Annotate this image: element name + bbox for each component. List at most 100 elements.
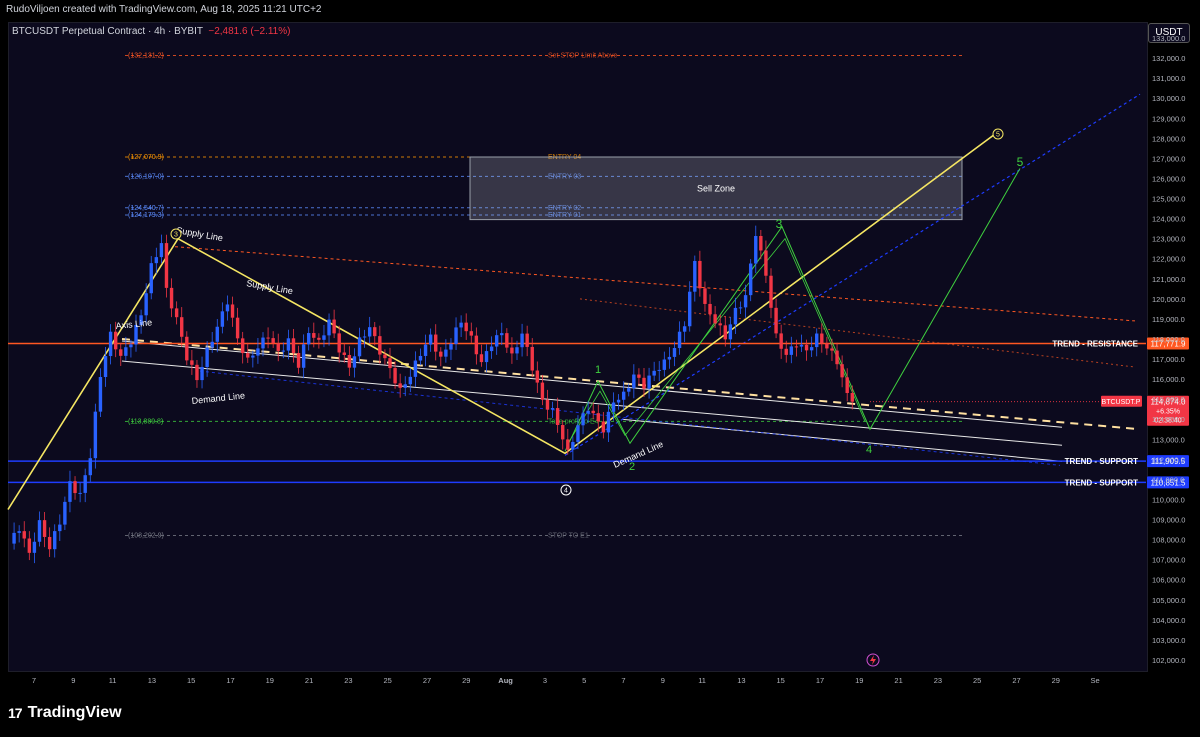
candle-body [235, 317, 240, 339]
circled-wave-number: 5 [996, 132, 1000, 139]
candle-body [124, 347, 128, 356]
candle-body [225, 304, 230, 312]
candle-body [113, 331, 118, 350]
candle-body [627, 388, 631, 392]
candle-body [479, 354, 484, 363]
level-price-label: (113,889.8) [128, 418, 163, 425]
candle-body [312, 333, 316, 338]
candle-body [83, 475, 87, 493]
symbol-header: BTCUSDT Perpetual Contract · 4h · BYBIT … [12, 26, 290, 37]
candle-body [601, 421, 606, 433]
candle-body [698, 260, 702, 289]
level-note: Set STOP Limit Above [548, 52, 617, 59]
candle-body [733, 307, 738, 325]
x-tick-label: 9 [71, 676, 75, 685]
candle-body [815, 333, 819, 348]
candle-body [693, 260, 697, 292]
y-tick-label: 102,000.0 [1152, 656, 1185, 665]
candle-body [88, 458, 92, 476]
candle-body [789, 346, 794, 355]
candle-body [27, 538, 32, 553]
x-tick-label: 7 [32, 676, 36, 685]
chart-annotation: Demand Line [612, 439, 665, 470]
candle-body [58, 524, 62, 532]
candle-body [200, 366, 204, 381]
candle-body [195, 364, 199, 381]
candle-body [256, 348, 260, 356]
y-tick-label: 129,000.0 [1152, 114, 1185, 123]
candle-body [251, 355, 255, 358]
symbol-title: BTCUSDT Perpetual Contract · 4h · BYBIT [12, 26, 203, 37]
candle-body [378, 336, 382, 355]
candle-body [22, 531, 26, 539]
x-tick-label: 21 [305, 676, 313, 685]
x-tick-label: 27 [1012, 676, 1020, 685]
candle-body [42, 520, 47, 537]
candle-body [500, 333, 504, 336]
x-tick-label: 9 [661, 676, 665, 685]
candle-body [784, 348, 788, 355]
candle-body [632, 374, 636, 389]
y-tick-label: 110,000.0 [1152, 495, 1185, 504]
level-price-label: (124,179.3) [128, 212, 164, 219]
candle-body [98, 377, 103, 412]
y-tick-label: 127,000.0 [1152, 154, 1185, 163]
y-tick-label: 116,000.0 [1152, 375, 1185, 384]
candle-body [103, 356, 108, 378]
candle-body [301, 344, 306, 368]
candle-body [484, 351, 489, 363]
level-price-label: (126,107.0) [128, 173, 164, 180]
candle-body [291, 338, 296, 354]
candle-body [510, 347, 514, 354]
candle-body [337, 333, 341, 353]
y-tick-label: 122,000.0 [1152, 255, 1185, 264]
candle-body [413, 360, 418, 377]
tradingview-brand: 17 TradingView [8, 704, 122, 722]
candle-body [281, 350, 286, 352]
candle-body [296, 353, 301, 368]
candle-body [322, 335, 326, 340]
candle-body [286, 338, 291, 351]
candle-body [439, 351, 443, 357]
x-tick-label: 23 [934, 676, 942, 685]
candle-body [728, 324, 733, 340]
candle-body [47, 536, 52, 550]
candle-body [494, 335, 499, 347]
candle-body [190, 360, 194, 365]
candle-body [672, 348, 677, 357]
candle-body [428, 334, 433, 345]
y-tick-label: 120,000.0 [1152, 295, 1185, 304]
candle-body [230, 304, 235, 318]
candle-body [561, 425, 565, 440]
candle-body [68, 481, 72, 502]
level-note: Take profit to E4 [548, 418, 599, 425]
candle-body [53, 531, 57, 550]
candle-body [398, 383, 402, 388]
y-tick-label: 119,000.0 [1152, 315, 1185, 324]
candle-body [469, 331, 473, 336]
candlestick-chart[interactable]: (132,131.2) Set STOP Limit Above (127,070.… [0, 0, 1200, 737]
y-tick-label: 114,000.0 [1152, 415, 1185, 424]
y-tick-label: 132,000.0 [1152, 54, 1185, 63]
elliott-wave-number: 2 [629, 461, 635, 473]
candle-body [688, 291, 692, 327]
candle-body [779, 333, 783, 349]
candle-body [850, 393, 854, 402]
current-symbol-text: BTCUSDT.P [1102, 399, 1141, 406]
brand-name: TradingView [27, 704, 122, 721]
candle-body [581, 413, 585, 426]
y-tick-label: 106,000.0 [1152, 576, 1185, 585]
sell-zone-label: Sell Zone [697, 183, 735, 193]
candle-body [657, 369, 661, 371]
candle-body [418, 355, 423, 361]
candle-body [449, 343, 453, 350]
elliott-wave-number: 5 [1017, 155, 1024, 169]
candle-body [12, 532, 16, 544]
elliott-wave-number: 1 [595, 364, 601, 376]
candle-body [261, 337, 265, 349]
x-tick-label: 29 [1052, 676, 1060, 685]
candle-body [37, 520, 42, 542]
chart-annotation: Supply Line [246, 278, 294, 296]
candle-body [555, 408, 560, 426]
candle-body [159, 243, 164, 258]
